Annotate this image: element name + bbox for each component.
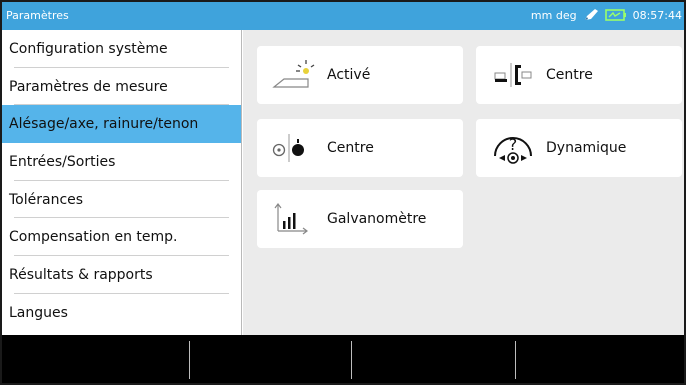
softkey-bar	[0, 335, 686, 385]
probe-light-icon	[269, 55, 319, 95]
tile-label: Centre	[546, 67, 593, 83]
sidebar-item-alesage-axe[interactable]: Alésage/axe, rainure/tenon	[2, 105, 241, 144]
tile-galvanometer[interactable]: Galvanomètre	[257, 190, 463, 248]
sidebar-item-langues[interactable]: Langues	[2, 294, 241, 332]
pen-icon	[583, 8, 599, 22]
dynamic-help-icon: ?	[488, 128, 538, 168]
sidebar-item-entrees-sorties[interactable]: Entrées/Sorties	[2, 143, 241, 181]
tile-center-bracket[interactable]: Centre	[476, 46, 682, 104]
sidebar-item-label: Alésage/axe, rainure/tenon	[9, 116, 199, 133]
tile-dynamic[interactable]: ? Dynamique	[476, 119, 682, 177]
settings-sidebar: Configuration système Paramètres de mesu…	[2, 30, 242, 335]
tile-label: Centre	[327, 140, 374, 156]
svg-text:?: ?	[509, 135, 518, 154]
tile-center-point[interactable]: Centre	[257, 119, 463, 177]
status-bar: Paramètres mm deg 08:57:44	[0, 0, 686, 30]
sidebar-item-tolerances[interactable]: Tolérances	[2, 181, 241, 219]
settings-content: Activé Centre Centre ? Dynamique Galvano…	[243, 30, 684, 335]
sidebar-item-label: Compensation en temp.	[9, 229, 178, 246]
sidebar-item-label: Paramètres de mesure	[9, 78, 168, 95]
sidebar-item-label: Langues	[9, 304, 68, 321]
battery-icon	[604, 9, 627, 21]
sidebar-item-parametres-mesure[interactable]: Paramètres de mesure	[2, 68, 241, 106]
sidebar-item-compensation-temp[interactable]: Compensation en temp.	[2, 218, 241, 256]
sidebar-item-label: Résultats & rapports	[9, 266, 153, 283]
softkey-1[interactable]	[0, 341, 190, 379]
tile-label: Dynamique	[546, 140, 627, 156]
center-bracket-icon	[488, 55, 538, 95]
sidebar-item-configuration-systeme[interactable]: Configuration système	[2, 30, 241, 68]
sidebar-item-label: Configuration système	[9, 40, 168, 57]
center-point-icon	[269, 128, 319, 168]
tile-label: Galvanomètre	[327, 211, 427, 227]
softkey-2[interactable]	[190, 341, 352, 379]
galvanometer-icon	[269, 199, 319, 239]
softkey-3[interactable]	[352, 341, 516, 379]
softkey-4[interactable]	[516, 341, 686, 379]
units-label: mm deg	[530, 8, 577, 22]
tile-label: Activé	[327, 67, 371, 83]
sidebar-item-label: Entrées/Sorties	[9, 153, 116, 170]
sidebar-item-resultats-rapports[interactable]: Résultats & rapports	[2, 256, 241, 294]
tile-probe-activated[interactable]: Activé	[257, 46, 463, 104]
clock: 08:57:44	[632, 8, 682, 22]
sidebar-item-label: Tolérances	[9, 191, 84, 208]
status-right: mm deg 08:57:44	[531, 8, 682, 22]
page-title: Paramètres	[6, 8, 69, 22]
